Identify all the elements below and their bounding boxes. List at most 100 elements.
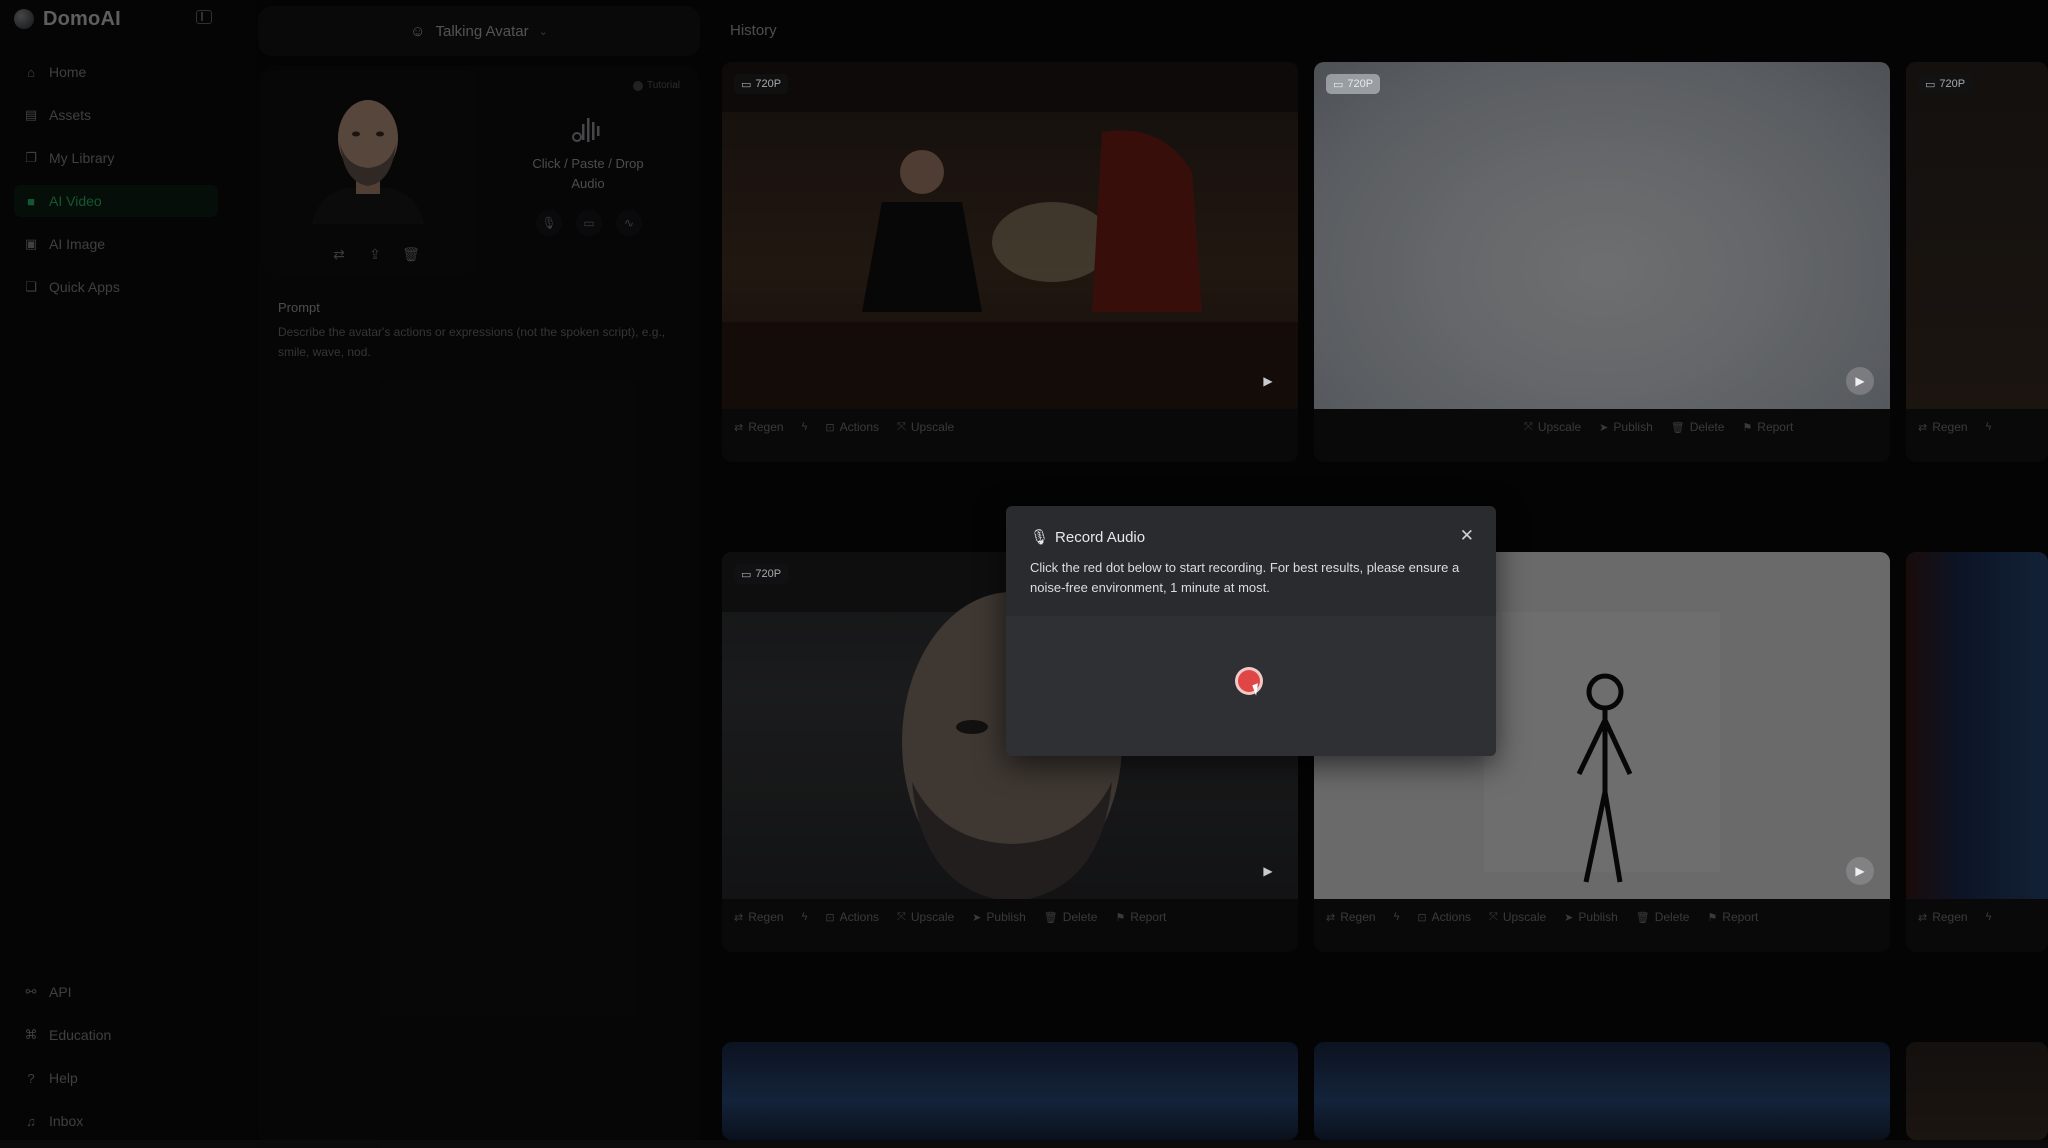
history-card[interactable] [1314,1042,1890,1140]
sidebar-item-inbox[interactable]: ♫ Inbox [14,1105,218,1137]
sidebar-item-assets[interactable]: ▤ Assets [14,99,218,131]
history-card[interactable] [722,1042,1298,1140]
video-thumbnail[interactable]: ▭ 720P ▶ [722,62,1298,409]
regen-button[interactable]: ⇄ Regen [734,420,784,434]
report-label: Report [1757,420,1794,434]
sidebar-item-home[interactable]: ⌂ Home [14,56,218,88]
sidebar-item-ai-image[interactable]: ▣ AI Image [14,228,218,260]
delete-label: Delete [1062,910,1098,924]
upscale-button[interactable]: ⤧ Upscale [897,420,954,434]
avatar-upload[interactable]: ⇄ ⇪ 🗑 [262,70,476,274]
report-icon: ⚑ [1742,421,1753,434]
brand-name: DomoAI [43,7,121,30]
mode-select[interactable]: ☺ Talking Avatar ⌄ [258,6,700,56]
history-card[interactable] [1906,1042,2048,1140]
history-card[interactable]: ⇄ Regen ϟ [1906,552,2048,952]
video-thumbnail[interactable] [1906,552,2048,899]
play-button[interactable]: ▶ [1846,857,1874,885]
quick-action-button[interactable]: ϟ [1986,911,1992,923]
quick-action-button[interactable]: ϟ [802,911,808,923]
regen-button[interactable]: ⇄ Regen [1918,910,1968,924]
history-card[interactable]: ▭ 720P ▶ ⤧ Upscale ➤ Publish 🗑 Delete ⚑ Repo… [1314,62,1890,462]
sidebar-item-label: Help [49,1070,78,1086]
record-audio-modal: 🎙 Record Audio ✕ Click the red dot below… [1006,506,1496,756]
sidebar-item-education[interactable]: ⌘ Education [14,1019,218,1051]
upscale-button[interactable]: ⤧ Upscale [1489,910,1546,924]
delete-label: Delete [1654,910,1690,924]
publish-button[interactable]: ➤ Publish [972,910,1026,924]
badge-label: 720P [755,568,782,580]
sidebar-item-label: My Library [49,150,115,166]
history-card[interactable]: ▭ 720P ▶ ⇄ Regen ϟ ⊡ Actions ⤧ Upscale [722,62,1298,462]
regen-button[interactable]: ⇄ Regen [734,910,784,924]
regen-icon: ⇄ [1918,911,1928,924]
publish-button[interactable]: ➤ Publish [1564,910,1618,924]
sidebar-item-label: Assets [49,107,92,123]
sidebar-item-ai-video[interactable]: ■ AI Video [14,185,218,217]
sidebar-item-label: Quick Apps [49,279,120,295]
avatar-tools: ⇄ ⇪ 🗑 [330,246,420,263]
trash-icon: 🗑 [1043,911,1058,924]
badge-label: 720P [755,78,782,90]
prompt-input[interactable] [278,322,668,382]
replace-icon[interactable]: ⇄ [330,246,348,263]
sidebar-item-quick-apps[interactable]: ❏ Quick Apps [14,271,218,303]
send-icon: ➤ [1564,911,1574,924]
video-thumbnail[interactable]: ▭ 720P ▶ [1314,62,1890,409]
delete-label: Delete [1689,420,1725,434]
audio-upload[interactable]: Tutorial Click / Paste / Drop Audio 🎙 ▭ … [480,70,696,274]
quick-action-button[interactable]: ϟ [802,421,808,433]
delete-button[interactable]: 🗑 Delete [1044,910,1098,924]
upload-icon[interactable]: ⇪ [366,246,384,263]
actions-button[interactable]: ⊡ Actions [1417,910,1471,924]
sidebar-item-help[interactable]: ? Help [14,1062,218,1094]
history-card[interactable]: ▭ 720P ⇄ Regen ϟ [1906,62,2048,462]
assets-icon: ▤ [24,107,38,122]
collapse-sidebar-icon[interactable] [196,10,212,24]
secondary-nav: ⚯ API ⌘ Education ? Help ♫ Inbox [14,976,218,1148]
delete-button[interactable]: 🗑 Delete [1636,910,1690,924]
lightning-icon: ϟ [1985,911,1992,923]
quick-action-button[interactable]: ϟ [1986,421,1992,433]
report-icon: ⚑ [1115,911,1126,924]
trash-icon[interactable]: 🗑 [402,246,420,263]
publish-button[interactable]: ➤ Publish [1599,420,1653,434]
upscale-icon: ⤧ [1524,420,1533,433]
report-icon: ⚑ [1707,911,1718,924]
resolution-badge: ▭ 720P [1326,74,1381,94]
sidebar-item-api[interactable]: ⚯ API [14,976,218,1008]
regen-button[interactable]: ⇄ Regen [1918,420,1968,434]
actions-button[interactable]: ⊡ Actions [825,420,879,434]
close-icon[interactable]: ✕ [1460,526,1474,546]
sidebar-item-my-library[interactable]: ❐ My Library [14,142,218,174]
report-button[interactable]: ⚑ Report [1707,910,1758,924]
badge-label: 720P [1939,78,1966,90]
tutorial-link[interactable]: Tutorial [633,80,680,91]
upscale-button[interactable]: ⤧ Upscale [897,910,954,924]
microphone-icon[interactable]: 🎙 [536,210,562,236]
actions-label: Actions [839,420,879,434]
record-area [1006,616,1496,756]
report-button[interactable]: ⚑ Report [1115,910,1166,924]
play-button[interactable]: ▶ [1254,367,1282,395]
play-button[interactable]: ▶ [1254,857,1282,885]
regen-button[interactable]: ⇄ Regen [1326,910,1376,924]
mouse-cursor-icon [1252,683,1262,696]
chevron-down-icon: ⌄ [538,25,548,38]
waveform-icon[interactable]: ∿ [616,210,642,236]
report-button[interactable]: ⚑ Report [1742,420,1793,434]
sidebar-item-label: AI Image [49,236,106,252]
actions-button[interactable]: ⊡ Actions [825,910,879,924]
quick-action-button[interactable]: ϟ [1394,911,1400,923]
publish-label: Publish [1613,420,1653,434]
upscale-button[interactable]: ⤧ Upscale [1524,420,1581,434]
upscale-label: Upscale [910,910,955,924]
play-button[interactable]: ▶ [1846,367,1874,395]
image-icon: ▣ [24,236,38,251]
video-icon: ■ [27,193,35,209]
brand[interactable]: DomoAI [14,6,121,32]
actions-label: Actions [839,910,879,924]
voice-library-icon[interactable]: ▭ [576,210,602,236]
video-thumbnail[interactable]: ▭ 720P [1906,62,2048,409]
delete-button[interactable]: 🗑 Delete [1671,420,1725,434]
